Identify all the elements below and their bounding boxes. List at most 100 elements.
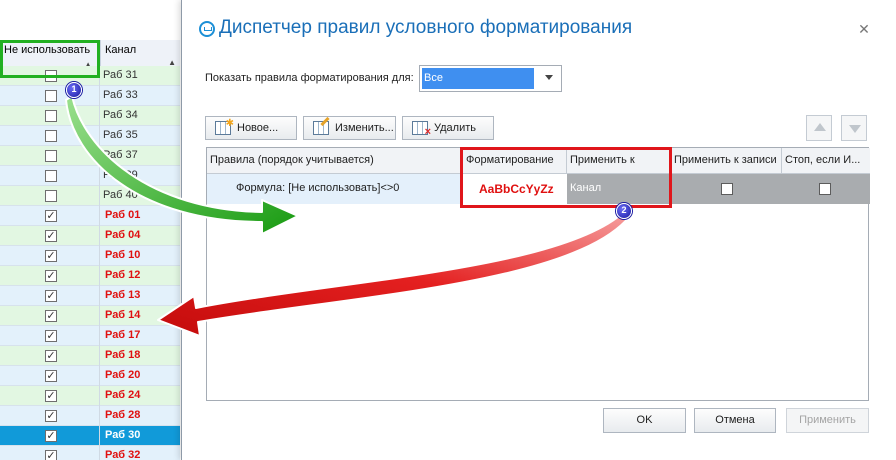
apply-to-record-cell xyxy=(671,174,782,204)
column-separator xyxy=(99,206,100,226)
cancel-button[interactable]: Отмена xyxy=(694,408,776,433)
stop-if-checkbox[interactable] xyxy=(819,183,831,195)
new-rule-label: Новое... xyxy=(237,122,279,134)
delete-table-icon: × xyxy=(412,121,431,138)
not-use-checkbox[interactable]: ✓ xyxy=(45,430,57,442)
table-row[interactable]: Раб 34 xyxy=(0,106,180,126)
column-separator xyxy=(99,366,100,386)
show-rules-value: Все xyxy=(422,68,534,89)
channel-cell[interactable]: Раб 32 xyxy=(105,449,140,460)
ok-button[interactable]: OK xyxy=(603,408,686,433)
table-row[interactable]: ✓ Раб 24 xyxy=(0,386,180,406)
table-row[interactable]: ✓ Раб 04 xyxy=(0,226,180,246)
table-row[interactable]: ✓ Раб 20 xyxy=(0,366,180,386)
rule-formula-cell[interactable]: Формула: [Не использовать]<>0 xyxy=(207,174,463,204)
column-header-apply-to-record[interactable]: Применить к записи xyxy=(671,148,782,174)
delete-rule-label: Удалить xyxy=(434,122,476,134)
edit-table-icon xyxy=(313,116,330,135)
grid-rows: Раб 31 Раб 33 Раб 34 Раб 35 Раб 37 Раб 39 Раб … xyxy=(0,66,180,460)
channel-cell[interactable]: Раб 37 xyxy=(103,149,138,161)
not-use-checkbox[interactable]: ✓ xyxy=(45,230,57,242)
channel-cell[interactable]: Раб 13 xyxy=(105,289,140,301)
column-separator xyxy=(99,226,100,246)
channel-cell[interactable]: Раб 24 xyxy=(105,389,140,401)
column-separator xyxy=(99,306,100,326)
table-row[interactable]: Раб 37 xyxy=(0,146,180,166)
not-use-checkbox[interactable] xyxy=(45,130,57,142)
channel-cell[interactable]: Раб 31 xyxy=(103,69,138,81)
new-table-icon: ✱ xyxy=(215,118,234,135)
not-use-checkbox[interactable]: ✓ xyxy=(45,410,57,422)
table-row[interactable]: ✓ Раб 32 xyxy=(0,446,180,460)
delete-rule-button[interactable]: × Удалить xyxy=(402,116,494,140)
column-header-rules[interactable]: Правила (порядок учитывается) xyxy=(207,148,463,174)
conditional-format-dialog: Диспетчер правил условного форматировани… xyxy=(181,0,896,460)
not-use-checkbox[interactable]: ✓ xyxy=(45,310,57,322)
channel-cell[interactable]: Раб 33 xyxy=(103,89,138,101)
channel-cell[interactable]: Раб 18 xyxy=(105,349,140,361)
arrow-down-icon xyxy=(849,125,861,133)
table-row[interactable]: ✓ Раб 14 xyxy=(0,306,180,326)
table-row[interactable]: Раб 33 xyxy=(0,86,180,106)
table-row[interactable]: ✓ Раб 18 xyxy=(0,346,180,366)
not-use-checkbox[interactable]: ✓ xyxy=(45,290,57,302)
column-separator xyxy=(99,146,100,166)
channel-cell[interactable]: Раб 12 xyxy=(105,269,140,281)
table-row[interactable]: ✓ Раб 01 xyxy=(0,206,180,226)
not-use-checkbox[interactable]: ✓ xyxy=(45,330,57,342)
not-use-checkbox[interactable] xyxy=(45,170,57,182)
table-row[interactable]: ✓ Раб 13 xyxy=(0,286,180,306)
column-separator xyxy=(99,186,100,206)
not-use-checkbox[interactable]: ✓ xyxy=(45,370,57,382)
close-icon[interactable]: ✕ xyxy=(857,22,871,36)
channel-cell[interactable]: Раб 28 xyxy=(105,409,140,421)
column-separator xyxy=(99,386,100,406)
table-row[interactable]: ✓ Раб 17 xyxy=(0,326,180,346)
not-use-checkbox[interactable] xyxy=(45,150,57,162)
not-use-checkbox[interactable]: ✓ xyxy=(45,390,57,402)
not-use-checkbox[interactable]: ✓ xyxy=(45,250,57,262)
table-row[interactable]: ✓ Раб 30 xyxy=(0,426,180,446)
column-header-channel-label: Канал xyxy=(105,44,137,56)
table-row[interactable]: ✓ Раб 28 xyxy=(0,406,180,426)
move-down-button[interactable] xyxy=(841,115,867,141)
channel-cell[interactable]: Раб 04 xyxy=(105,229,140,241)
column-separator xyxy=(99,326,100,346)
table-row[interactable]: Раб 39 xyxy=(0,166,180,186)
new-rule-button[interactable]: ✱ Новое... xyxy=(205,116,297,140)
edit-rule-button[interactable]: Изменить... xyxy=(303,116,396,140)
table-row[interactable]: ✓ Раб 12 xyxy=(0,266,180,286)
not-use-checkbox[interactable]: ✓ xyxy=(45,210,57,222)
channel-cell[interactable]: Раб 10 xyxy=(105,249,140,261)
table-row[interactable]: Раб 40 xyxy=(0,186,180,206)
show-rules-select[interactable]: Все xyxy=(419,65,562,92)
not-use-checkbox[interactable]: ✓ xyxy=(45,350,57,362)
channel-cell[interactable]: Раб 34 xyxy=(103,109,138,121)
column-header-stop-if[interactable]: Стоп, если И... xyxy=(782,148,870,174)
apply-to-record-checkbox[interactable] xyxy=(721,183,733,195)
column-separator xyxy=(99,346,100,366)
channel-cell[interactable]: Раб 14 xyxy=(105,309,140,321)
not-use-checkbox[interactable]: ✓ xyxy=(45,270,57,282)
channel-cell[interactable]: Раб 17 xyxy=(105,329,140,341)
channel-cell[interactable]: Раб 40 xyxy=(103,189,138,201)
show-rules-label: Показать правила форматирования для: xyxy=(205,72,414,84)
channel-cell[interactable]: Раб 20 xyxy=(105,369,140,381)
not-use-checkbox[interactable] xyxy=(45,190,57,202)
not-use-checkbox[interactable] xyxy=(45,110,57,122)
column-separator xyxy=(99,446,100,460)
channel-cell[interactable]: Раб 01 xyxy=(105,209,140,221)
channel-cell[interactable]: Раб 39 xyxy=(103,169,138,181)
stop-if-cell xyxy=(782,174,870,204)
green-highlight-box xyxy=(0,40,100,78)
table-row[interactable]: Раб 35 xyxy=(0,126,180,146)
callout-badge-2: 2 xyxy=(616,203,632,219)
channel-cell[interactable]: Раб 30 xyxy=(105,429,140,441)
apply-button[interactable]: Применить xyxy=(786,408,869,433)
channel-cell[interactable]: Раб 35 xyxy=(103,129,138,141)
callout-badge-1: 1 xyxy=(66,82,82,98)
not-use-checkbox[interactable] xyxy=(45,90,57,102)
move-up-button[interactable] xyxy=(806,115,832,141)
not-use-checkbox[interactable]: ✓ xyxy=(45,450,57,460)
table-row[interactable]: ✓ Раб 10 xyxy=(0,246,180,266)
